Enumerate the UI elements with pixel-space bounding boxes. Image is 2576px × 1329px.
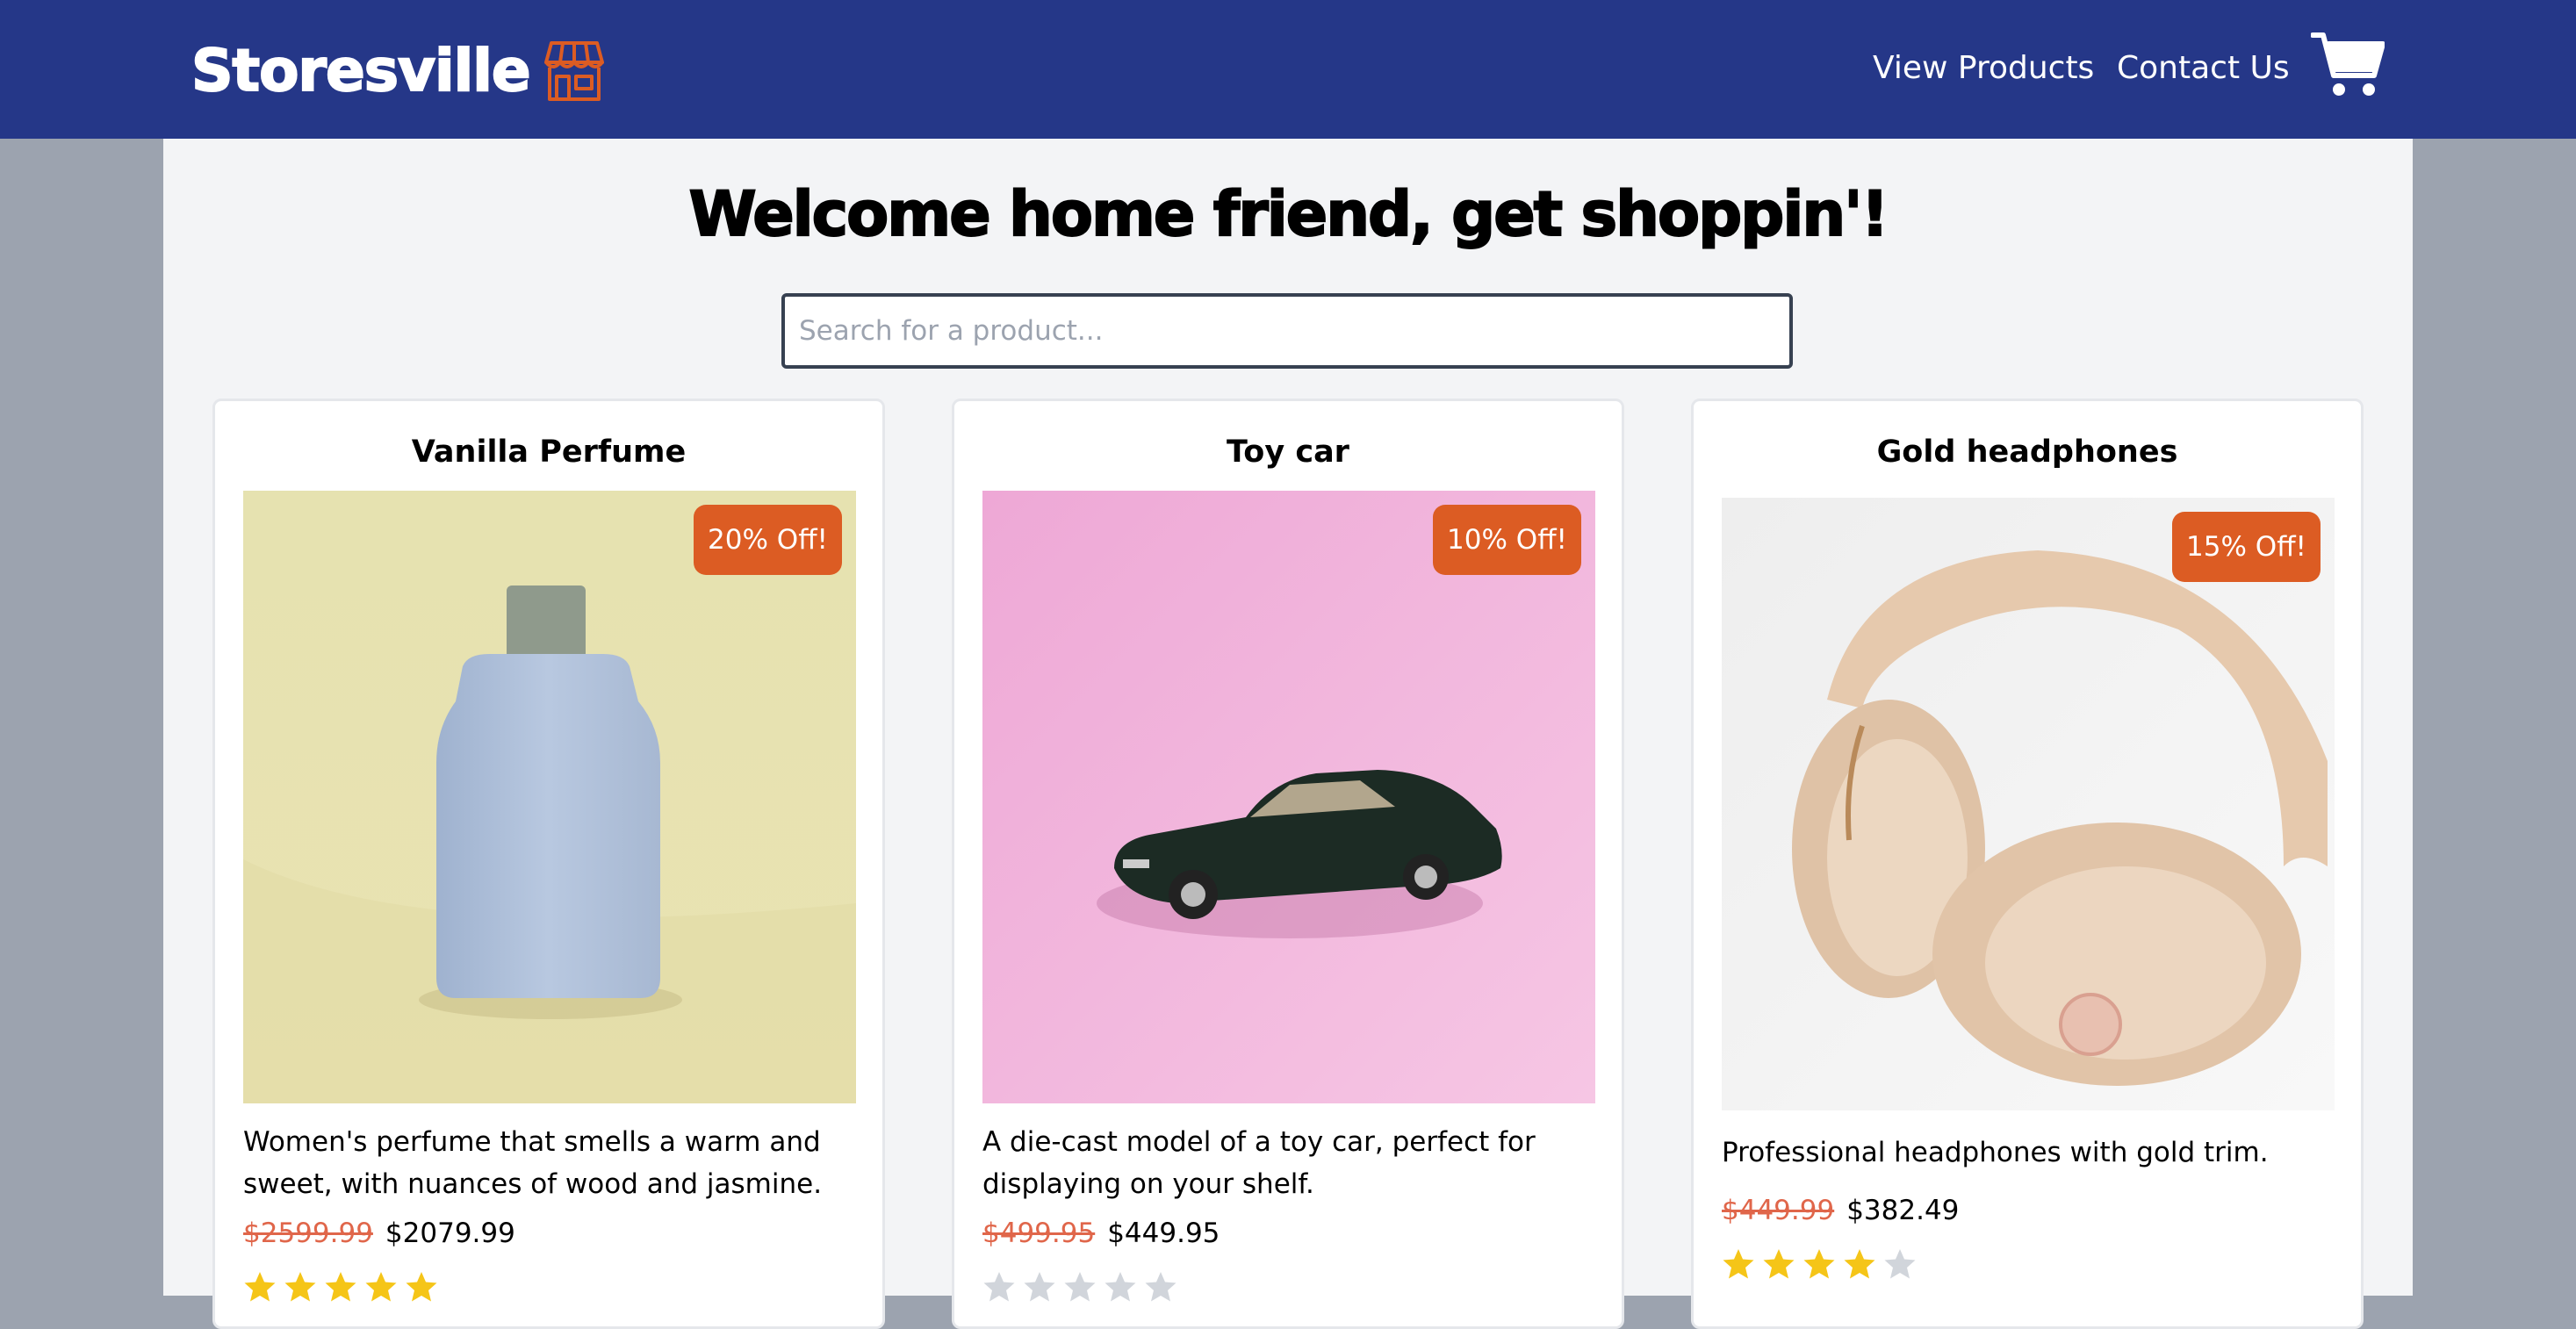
page-title: Welcome home friend, get shoppin'! <box>687 177 1889 251</box>
star-empty-icon <box>1145 1272 1176 1302</box>
perfume-bottle-image[interactable]: 20% Off! <box>243 491 856 1103</box>
storefront-icon <box>543 41 604 101</box>
star-empty-icon <box>1884 1249 1916 1279</box>
product-title: Vanilla Perfume <box>411 435 687 470</box>
star-filled-icon <box>325 1272 356 1302</box>
current-price: $449.95 <box>1107 1218 1220 1249</box>
brand-logo[interactable]: Storesville <box>191 32 608 111</box>
search-input[interactable] <box>781 293 1793 369</box>
nav-link-contact-us[interactable]: Contact Us <box>2117 47 2290 90</box>
product-title: Gold headphones <box>1876 435 2178 470</box>
product-description: A die-cast model of a toy car, perfect f… <box>982 1126 1536 1200</box>
star-rating <box>1722 1247 1917 1281</box>
discount-badge: 20% Off! <box>694 505 842 575</box>
old-price: $2599.99 <box>243 1218 373 1249</box>
navbar: Storesville View Products Contact Us <box>0 0 2576 139</box>
star-empty-icon <box>1064 1272 1096 1302</box>
star-rating <box>243 1270 438 1304</box>
current-price: $382.49 <box>1846 1195 1960 1226</box>
star-rating <box>982 1270 1177 1304</box>
old-price: $499.95 <box>982 1218 1096 1249</box>
discount-badge: 10% Off! <box>1433 505 1581 575</box>
product-description: Professional headphones with gold trim. <box>1722 1137 2269 1168</box>
product-card[interactable]: Toy car 10% Off! A die-cast model of a t… <box>952 399 1624 1329</box>
product-title: Toy car <box>1227 435 1349 470</box>
current-price: $2079.99 <box>385 1218 515 1249</box>
star-filled-icon <box>1803 1249 1835 1279</box>
price-row: $499.95 $449.95 <box>982 1216 1220 1251</box>
shopping-cart-icon[interactable] <box>2311 30 2385 98</box>
star-filled-icon <box>1844 1249 1875 1279</box>
price-row: $449.99 $382.49 <box>1722 1193 1959 1228</box>
star-filled-icon <box>284 1272 316 1302</box>
star-filled-icon <box>406 1272 437 1302</box>
discount-badge: 15% Off! <box>2172 512 2321 582</box>
nav-link-view-products[interactable]: View Products <box>1873 47 2094 90</box>
star-filled-icon <box>244 1272 276 1302</box>
product-card[interactable]: Vanilla Perfume 20% Off! Women's perfume… <box>212 399 885 1329</box>
toy-car-image[interactable]: 10% Off! <box>982 491 1595 1103</box>
star-empty-icon <box>983 1272 1015 1302</box>
star-empty-icon <box>1105 1272 1136 1302</box>
main-content: Welcome home friend, get shoppin'! Vanil… <box>163 139 2413 1329</box>
star-filled-icon <box>1763 1249 1795 1279</box>
star-filled-icon <box>365 1272 397 1302</box>
star-filled-icon <box>1723 1249 1754 1279</box>
product-description: Women's perfume that smells a warm and s… <box>243 1126 823 1200</box>
product-card[interactable]: Gold headphones 15% Off! Professional he… <box>1691 399 2364 1329</box>
brand-name: Storesville <box>191 37 532 104</box>
price-row: $2599.99 $2079.99 <box>243 1216 515 1251</box>
old-price: $449.99 <box>1722 1195 1835 1226</box>
headphones-image[interactable]: 15% Off! <box>1722 498 2335 1110</box>
star-empty-icon <box>1024 1272 1055 1302</box>
